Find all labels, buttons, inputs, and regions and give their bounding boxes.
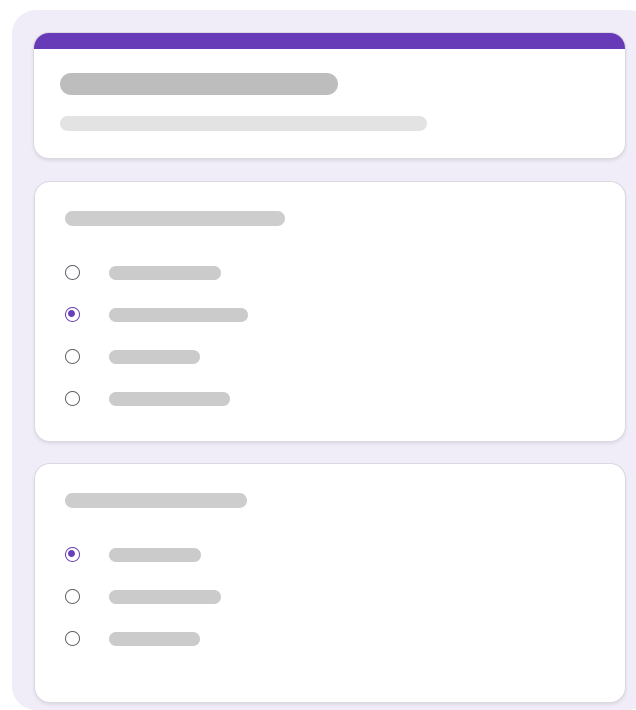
form-accent-bar (34, 33, 625, 49)
option-label-placeholder (109, 548, 201, 562)
radio-option[interactable] (65, 630, 565, 650)
radio-option[interactable] (65, 390, 565, 410)
radio-checked-icon[interactable] (65, 307, 80, 322)
radio-option[interactable] (65, 588, 565, 608)
option-label-placeholder (109, 308, 248, 322)
option-label-placeholder (109, 392, 230, 406)
radio-unchecked-icon[interactable] (65, 349, 80, 364)
question-label-placeholder (65, 493, 247, 508)
option-label-placeholder (109, 632, 200, 646)
radio-unchecked-icon[interactable] (65, 631, 80, 646)
option-label-placeholder (109, 350, 200, 364)
question-card-2 (34, 463, 626, 703)
radio-option[interactable] (65, 546, 565, 566)
form-title-placeholder (60, 73, 338, 95)
form-description-placeholder (60, 116, 427, 131)
radio-unchecked-icon[interactable] (65, 265, 80, 280)
radio-unchecked-icon[interactable] (65, 589, 80, 604)
radio-option[interactable] (65, 264, 565, 284)
option-label-placeholder (109, 266, 221, 280)
radio-option[interactable] (65, 306, 565, 326)
question-card-1 (34, 181, 626, 442)
radio-unchecked-icon[interactable] (65, 391, 80, 406)
question-label-placeholder (65, 211, 285, 226)
option-label-placeholder (109, 590, 221, 604)
radio-option[interactable] (65, 348, 565, 368)
radio-checked-icon[interactable] (65, 547, 80, 562)
form-header-card (33, 32, 626, 159)
